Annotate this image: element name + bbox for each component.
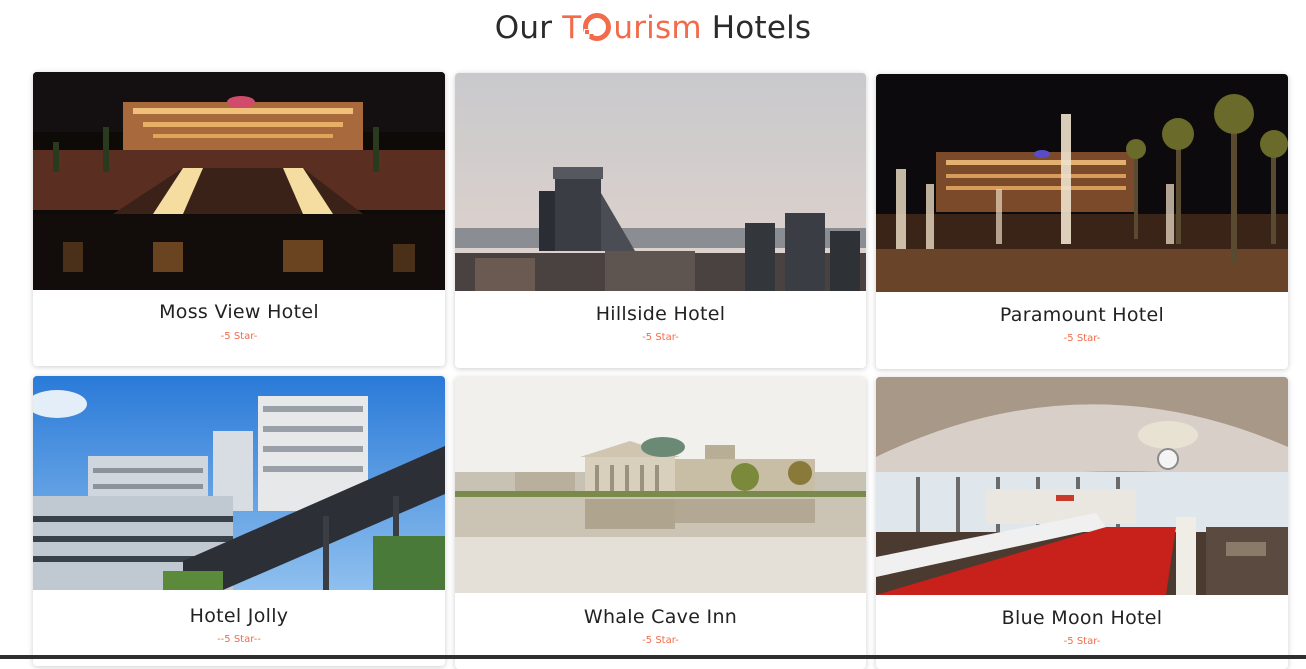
- title-prefix: Our: [494, 10, 553, 46]
- hotel-rating: -5 Star-: [1063, 333, 1101, 344]
- hotel-card[interactable]: Moss View Hotel -5 Star-: [33, 72, 445, 366]
- tourism-logo-icon: [583, 13, 612, 41]
- hotel-photo: [33, 376, 445, 590]
- hotel-card[interactable]: Whale Cave Inn -5 Star-: [455, 377, 866, 669]
- hotel-card[interactable]: Blue Moon Hotel -5 Star-: [876, 377, 1288, 669]
- hotel-rating: -5 Star-: [642, 635, 679, 646]
- hotel-card[interactable]: Paramount Hotel -5 Star-: [876, 74, 1288, 369]
- hotel-rating: --5 Star--: [217, 634, 261, 645]
- hotel-photo: [455, 73, 866, 291]
- hotel-name: Hotel Jolly: [189, 605, 289, 627]
- brand-name: T urism: [562, 10, 702, 46]
- title-suffix: Hotels: [711, 10, 812, 46]
- hotel-photo: [455, 377, 866, 593]
- hotel-card[interactable]: Hillside Hotel -5 Star-: [455, 73, 866, 368]
- hotel-name: Blue Moon Hotel: [1001, 607, 1163, 629]
- hotel-rating: -5 Star-: [642, 332, 679, 343]
- hotel-name: Moss View Hotel: [159, 301, 319, 323]
- page-title: Our T urism Hotels: [0, 10, 1306, 46]
- brand-letters: urism: [613, 10, 702, 46]
- hotel-rating: -5 Star-: [1063, 636, 1101, 647]
- hotel-card[interactable]: Hotel Jolly --5 Star--: [33, 376, 445, 666]
- hotel-photo: [876, 74, 1288, 292]
- hotel-photo: [876, 377, 1288, 595]
- bottom-divider: [0, 655, 1306, 659]
- hotel-rating: -5 Star-: [220, 331, 258, 342]
- brand-letter-t: T: [562, 10, 582, 46]
- hotel-name: Whale Cave Inn: [583, 606, 738, 628]
- hotel-photo: [33, 72, 445, 290]
- hotel-name: Paramount Hotel: [999, 304, 1165, 326]
- hotel-name: Hillside Hotel: [595, 303, 726, 325]
